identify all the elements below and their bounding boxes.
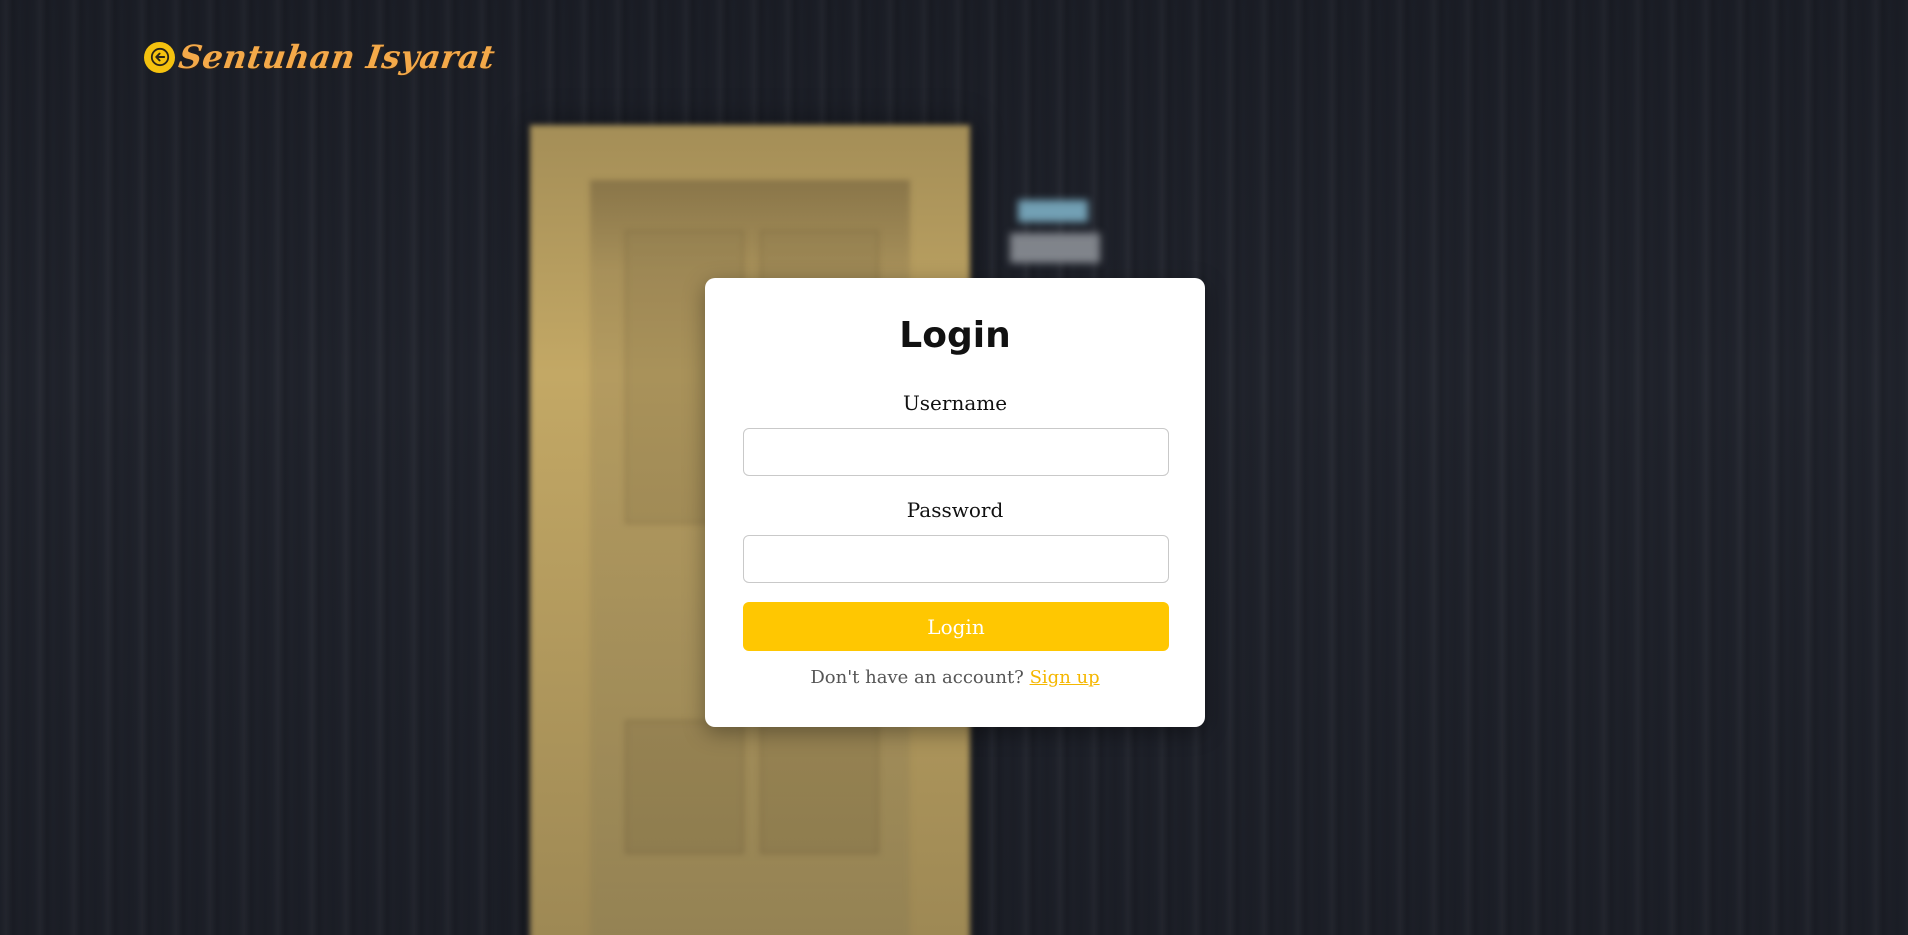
login-button[interactable]: Login xyxy=(743,602,1169,651)
username-input[interactable] xyxy=(743,428,1169,476)
signup-prompt: Don't have an account? xyxy=(810,667,1024,688)
signup-line: Don't have an account? Sign up xyxy=(705,666,1205,690)
signup-link[interactable]: Sign up xyxy=(1030,667,1100,688)
login-title: Login xyxy=(899,315,1011,356)
password-label: Password xyxy=(906,498,1004,522)
password-input[interactable] xyxy=(743,535,1169,583)
arrow-left-circle-icon xyxy=(150,47,169,67)
brand-name[interactable]: Sentuhan Isyarat xyxy=(176,38,497,76)
username-label: Username xyxy=(902,391,1008,415)
back-button[interactable] xyxy=(144,41,175,73)
brand: Sentuhan Isyarat xyxy=(144,37,498,77)
login-card: Login Username Password Login Don't have… xyxy=(705,278,1205,727)
